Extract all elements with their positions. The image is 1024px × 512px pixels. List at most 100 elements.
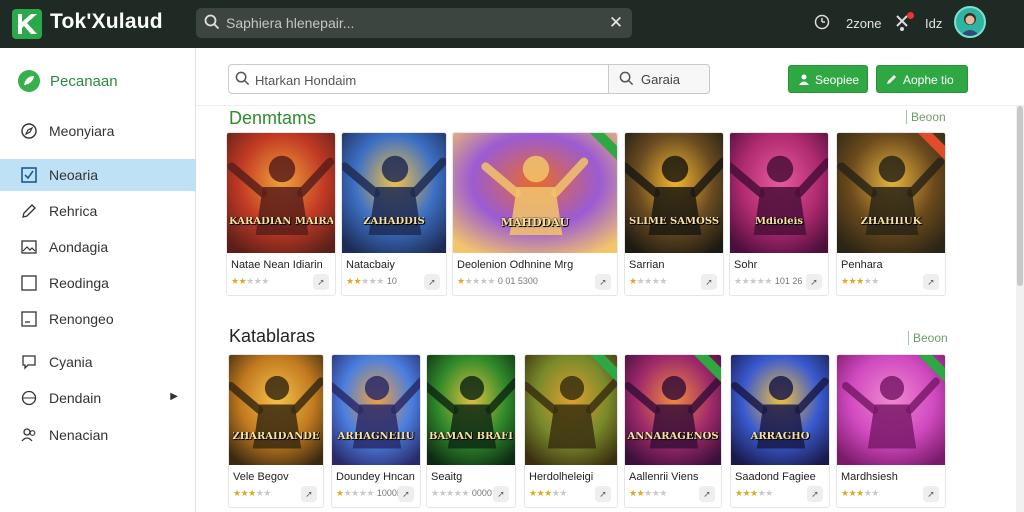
sidebar-item-cyania[interactable]: Cyania: [0, 346, 196, 378]
play-icon[interactable]: ➚: [923, 274, 939, 290]
search-icon: [235, 71, 250, 91]
play-icon[interactable]: ➚: [595, 274, 611, 290]
sidebar-item-label: Meonyiara: [49, 123, 115, 139]
game-card[interactable]: Mardhsiesh ★★★★★ ➚: [836, 354, 946, 508]
sidebar-item-reodinga[interactable]: Reodinga: [0, 267, 196, 299]
sidebar-item-aondagia[interactable]: Aondagia: [0, 231, 196, 263]
secondary-action-button[interactable]: Aophe tio: [876, 65, 968, 93]
clear-search-icon[interactable]: ✕: [606, 13, 626, 33]
game-card[interactable]: ZAHADDIS Natacbaiy ★★★★★ 10 ➚: [341, 132, 447, 296]
game-thumbnail[interactable]: [227, 133, 335, 253]
square-check-icon: [20, 166, 38, 184]
game-thumbnail-title: MAHDDAU: [500, 217, 570, 229]
star-rating: ★★★★★: [529, 488, 567, 498]
game-card[interactable]: ARHAGNEIIU Doundey Hncan ★★★★★ 1000K ➚: [331, 354, 421, 508]
star-rating: ★★★★★ 0 01 5300: [457, 276, 538, 286]
content-search-input[interactable]: [255, 70, 595, 90]
sidebar-item-rehrica[interactable]: Rehrica: [0, 195, 196, 227]
play-icon[interactable]: ➚: [807, 486, 823, 502]
game-title: Vele Begov: [233, 471, 289, 483]
star-rating: ★★★★★ 101 26: [734, 276, 803, 286]
sidebar-item-label: Neoaria: [49, 167, 99, 183]
play-icon[interactable]: ➚: [699, 486, 715, 502]
game-title: Herdolheleigi: [529, 471, 594, 483]
content-search[interactable]: Garaia: [228, 64, 710, 94]
scrollbar[interactable]: [1016, 106, 1024, 512]
sidebar-item-dendain[interactable]: Dendain ▶: [0, 382, 196, 414]
game-thumbnail[interactable]: [427, 355, 515, 465]
game-thumbnail[interactable]: [525, 355, 617, 465]
star-rating: ★★★★★ 0000: [431, 488, 492, 498]
play-icon[interactable]: ➚: [313, 274, 329, 290]
game-thumbnail[interactable]: [837, 133, 945, 253]
game-card[interactable]: Herdolheleigi ★★★★★ ➚: [524, 354, 618, 508]
game-card[interactable]: BAMAN BRAFIN Seaitg ★★★★★ 0000 ➚: [426, 354, 516, 508]
game-title: Sarrian: [629, 259, 665, 271]
game-thumbnail[interactable]: [229, 355, 323, 465]
sidebar-item-nenacian[interactable]: Nenacian: [0, 419, 196, 451]
game-thumbnail[interactable]: [837, 355, 945, 465]
game-card[interactable]: ARRAGHO Saadond Fagiee ★★★★★ ➚: [730, 354, 830, 508]
square-icon: [20, 274, 38, 292]
star-rating: ★★★★★ 10: [346, 276, 397, 286]
game-card[interactable]: MAHDDAU Deolenion Odhnine Mrg ★★★★★ 0 01 53…: [452, 132, 618, 296]
pen-icon: [20, 202, 38, 220]
chevron-right-icon[interactable]: ▶: [170, 391, 178, 402]
play-icon[interactable]: ➚: [595, 486, 611, 502]
play-icon[interactable]: ➚: [806, 274, 822, 290]
zone-label[interactable]: 2zone: [846, 16, 881, 31]
people-icon: [20, 426, 38, 444]
play-icon[interactable]: ➚: [923, 486, 939, 502]
game-card[interactable]: SLIME SAMOSS Sarrian ★★★★★ ➚: [624, 132, 724, 296]
game-title: Seaitg: [431, 471, 463, 483]
play-icon[interactable]: ➚: [398, 486, 414, 502]
notification-icon[interactable]: [893, 12, 914, 37]
doc-icon: [20, 310, 38, 328]
game-thumbnail[interactable]: [332, 355, 420, 465]
sidebar-item-meonyiara[interactable]: Meonyiara: [0, 115, 196, 147]
search-button[interactable]: Garaia: [608, 64, 710, 94]
game-thumbnail-title: ARRAGHO: [750, 432, 810, 442]
play-icon[interactable]: ➚: [493, 486, 509, 502]
game-card[interactable]: ZHARAIDANDE Vele Begov ★★★★★ ➚: [228, 354, 324, 508]
game-card[interactable]: ZHAHIIUK Penhara ★★★★★ ➚: [836, 132, 946, 296]
primary-action-label: Seopiee: [815, 73, 860, 87]
user-label[interactable]: Idz: [925, 16, 942, 31]
game-card[interactable]: ANNARAGENOS Aallenrii Viens ★★★★★ ➚: [624, 354, 722, 508]
clock-icon[interactable]: [813, 13, 831, 36]
sidebar-item-neoaria[interactable]: Neoaria: [0, 159, 196, 191]
avatar[interactable]: [954, 6, 986, 38]
game-thumbnail-title: ZHARAIDANDE: [232, 432, 320, 442]
global-search-input[interactable]: [226, 12, 596, 34]
sidebar-item-label: Dendain: [49, 390, 102, 406]
game-thumbnail[interactable]: [453, 133, 617, 253]
game-thumbnail[interactable]: [731, 355, 829, 465]
primary-action-button[interactable]: Seopiee: [788, 65, 868, 93]
global-search[interactable]: ✕: [196, 8, 632, 38]
game-title: Deolenion Odhnine Mrg: [457, 259, 574, 271]
main-content: Garaia Seopiee Aophe tio Denmtams Beoon …: [196, 48, 1024, 512]
game-thumbnail[interactable]: [730, 133, 828, 253]
game-title: Penhara: [841, 259, 883, 271]
game-thumbnail[interactable]: [342, 133, 446, 253]
game-card[interactable]: Mdioleis Sohr ★★★★★ 101 26 ➚: [729, 132, 829, 296]
game-card[interactable]: KARADIAN MAIRANERNAN Natae Nean Idiarin ★★…: [226, 132, 336, 296]
filter-bar: Garaia Seopiee Aophe tio: [196, 48, 1024, 106]
sidebar-item-label: Rehrica: [49, 203, 98, 219]
star-rating: ★★★★★: [735, 488, 773, 498]
see-all-link[interactable]: Beoon: [908, 331, 948, 345]
play-icon[interactable]: ➚: [301, 486, 317, 502]
sidebar-item-renongeo[interactable]: Renongeo: [0, 303, 196, 335]
game-thumbnail[interactable]: [625, 355, 721, 465]
see-all-link[interactable]: Beoon: [906, 110, 946, 124]
app-logo-icon[interactable]: [12, 9, 42, 39]
play-icon[interactable]: ➚: [424, 274, 440, 290]
scrollbar-thumb[interactable]: [1017, 106, 1023, 286]
play-icon[interactable]: ➚: [701, 274, 717, 290]
game-thumbnail-title: Mdioleis: [754, 217, 804, 227]
game-title: Mardhsiesh: [841, 471, 898, 483]
game-thumbnail[interactable]: [625, 133, 723, 253]
sidebar-header-label: Pecanaan: [50, 73, 118, 90]
game-thumbnail-title: KARADIAN MAIRANERNAN: [229, 217, 333, 227]
section-title: Katablaras: [229, 326, 316, 346]
